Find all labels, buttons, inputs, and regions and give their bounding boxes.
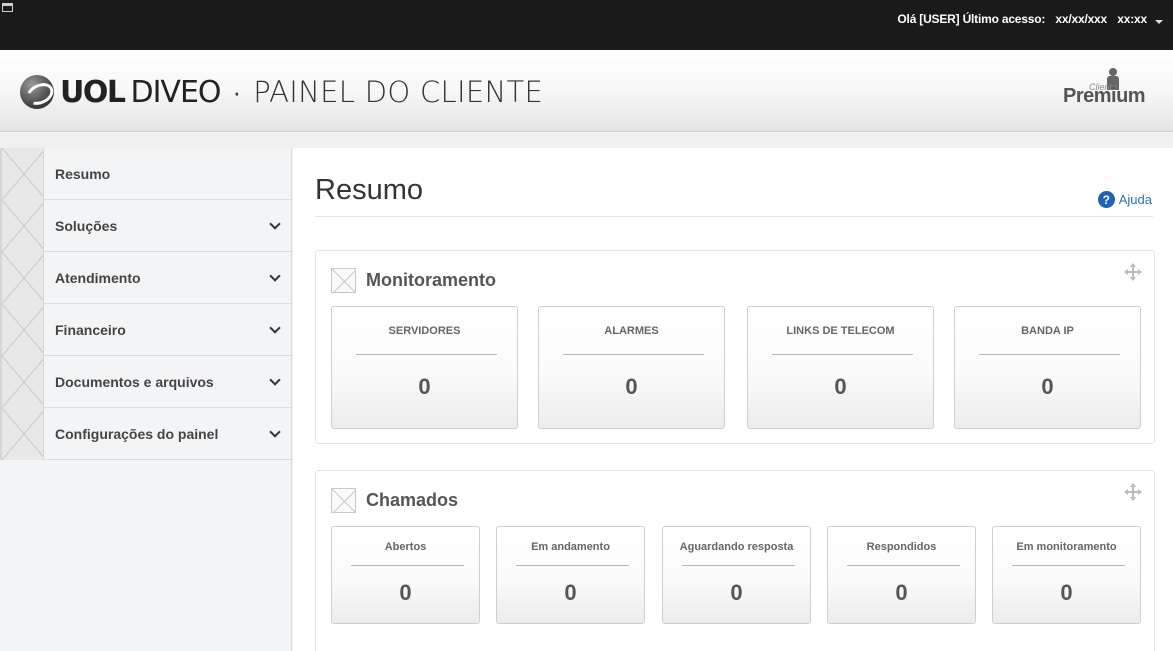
window-icon[interactable] [2,3,13,12]
card-value: 0 [834,374,847,399]
panel-title: Monitoramento [366,270,496,290]
logo-uol-text: UOL [60,74,126,110]
card-label: SERVIDORES [388,325,461,337]
broken-image-icon [0,407,44,460]
sidebar-item-label: Configurações do painel [55,425,219,442]
card-value: 0 [895,580,908,605]
panel-title: Chamados [366,490,459,510]
broken-image-icon [0,303,44,356]
broken-image-icon [0,355,44,408]
monitoring-panel: Monitoramento SERVIDORES 0 ALARMES 0 LIN… [315,250,1155,444]
last-access-time: xx:xx [1117,12,1147,26]
tickets-panel: Chamados Abertos 0 Em andamento 0 Aguard… [315,470,1155,651]
sidebar-item-label: Financeiro [55,321,126,338]
broken-image-icon [331,488,356,513]
top-bar: Olá [USER] Último acesso: xx/xx/xxx xx:x… [0,0,1173,50]
card-alarmes[interactable]: ALARMES 0 [538,306,725,429]
panel-header: Chamados [331,488,458,513]
user-menu[interactable]: Olá [USER] Último acesso: xx/xx/xxx xx:x… [897,12,1147,26]
last-access-label: Último acesso: [962,12,1046,26]
page-title: Resumo [315,174,423,206]
title-divider [315,216,1153,217]
sidebar-item-documentos[interactable]: Documentos e arquivos [0,355,291,408]
last-access-date: xx/xx/xxx [1055,12,1108,26]
help-label: Ajuda [1118,192,1152,207]
main-content: Resumo ? Ajuda Monitoramento SERVIDORES … [293,148,1173,651]
card-value: 0 [418,374,431,399]
sidebar-item-configuracoes[interactable]: Configurações do painel [0,407,291,460]
card-label: Aguardando resposta [679,541,794,553]
logo-separator: · [232,76,242,107]
premium-figure-icon [1109,68,1117,76]
panel-header: Monitoramento [331,268,496,293]
card-label: Respondidos [866,541,937,553]
user-greeting: Olá [USER] [897,12,960,26]
card-value: 0 [1060,580,1073,605]
card-label: BANDA IP [1021,325,1074,337]
logo[interactable]: UOL DIVEO · PAINEL DO CLIENTE [20,73,543,111]
sidebar-item-resumo[interactable]: Resumo [0,147,291,200]
card-aguardando-resposta[interactable]: Aguardando resposta 0 [662,526,811,624]
card-label: Em andamento [531,541,610,553]
card-value: 0 [1041,374,1054,399]
card-label: Abertos [384,541,427,553]
sidebar: Resumo Soluções Atendimento Financeiro D… [0,147,292,651]
sidebar-item-label: Atendimento [55,269,141,286]
card-servidores[interactable]: SERVIDORES 0 [331,306,518,429]
broken-image-icon [0,251,44,304]
question-circle-icon: ? [1097,191,1115,208]
card-abertos[interactable]: Abertos 0 [331,526,480,624]
card-value: 0 [564,580,577,605]
card-label: Em monitoramento [1016,541,1117,553]
card-em-andamento[interactable]: Em andamento 0 [496,526,645,624]
card-value: 0 [730,580,743,605]
caret-down-icon[interactable] [1155,20,1163,24]
card-em-monitoramento[interactable]: Em monitoramento 0 [992,526,1141,624]
uol-globe-icon [20,75,54,109]
card-respondidos[interactable]: Respondidos 0 [827,526,976,624]
header: UOL DIVEO · PAINEL DO CLIENTE Cliente Pr… [0,50,1173,132]
card-value: 0 [399,580,412,605]
help-link[interactable]: ? Ajuda [1097,191,1152,208]
sidebar-item-atendimento[interactable]: Atendimento [0,251,291,304]
card-label: LINKS DE TELECOM [786,325,895,337]
sidebar-item-label: Resumo [55,165,111,182]
move-arrows-icon[interactable] [1124,483,1142,501]
logo-diveo-text: DIVEO [130,74,221,110]
card-value: 0 [625,374,638,399]
logo-title: PAINEL DO CLIENTE [253,75,544,109]
premium-text: Premium [1063,85,1146,107]
broken-image-icon [0,147,44,200]
card-banda-ip[interactable]: BANDA IP 0 [954,306,1141,429]
sidebar-item-label: Documentos e arquivos [55,373,214,390]
premium-badge: Cliente Premium [1063,68,1147,114]
move-arrows-icon[interactable] [1124,263,1142,281]
broken-image-icon [0,199,44,252]
sidebar-item-financeiro[interactable]: Financeiro [0,303,291,356]
sidebar-item-label: Soluções [55,217,118,234]
card-label: ALARMES [604,325,659,337]
sidebar-item-solucoes[interactable]: Soluções [0,199,291,252]
card-links-telecom[interactable]: LINKS DE TELECOM 0 [747,306,934,429]
broken-image-icon [331,268,356,293]
